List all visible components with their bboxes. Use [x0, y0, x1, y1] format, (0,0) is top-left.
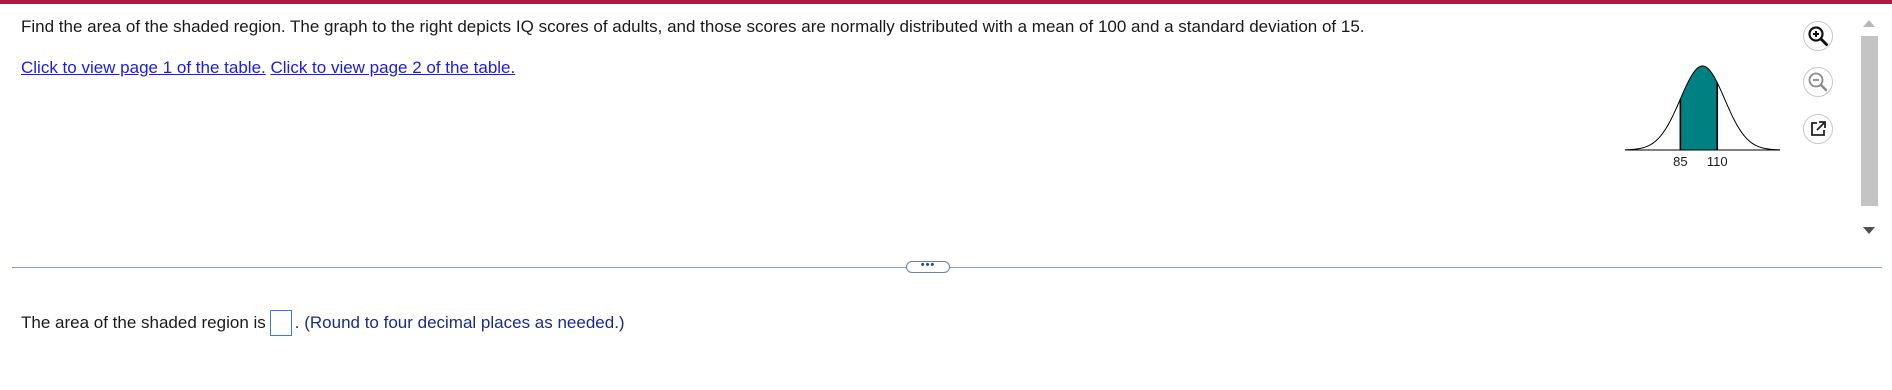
- zoom-in-icon: [1808, 26, 1828, 46]
- zoom-out-icon: [1808, 72, 1828, 92]
- table-links: Click to view page 1 of the table. Click…: [21, 58, 515, 78]
- scroll-up-arrow-icon[interactable]: [1863, 20, 1875, 27]
- scroll-down-arrow-icon[interactable]: [1863, 227, 1875, 234]
- rounding-hint: . (Round to four decimal places as neede…: [294, 313, 625, 332]
- answer-prompt: The area of the shaded region is: [21, 313, 266, 332]
- normal-distribution-graph: 85 110: [1624, 65, 1781, 169]
- scrollbar-thumb[interactable]: [1861, 36, 1878, 206]
- expand-divider-button[interactable]: •••: [906, 259, 950, 273]
- view-table-page-2-link[interactable]: Click to view page 2 of the table.: [270, 58, 515, 77]
- answer-input[interactable]: [269, 310, 292, 336]
- ellipsis-icon: •••: [920, 259, 936, 271]
- top-accent-bar: [0, 0, 1892, 4]
- tick-label-lower: 85: [1673, 154, 1687, 169]
- answer-row: The area of the shaded region is . (Roun…: [21, 310, 625, 336]
- vertical-scrollbar[interactable]: [1858, 14, 1880, 240]
- question-text: Find the area of the shaded region. The …: [21, 17, 1365, 36]
- tick-label-upper: 110: [1707, 154, 1728, 169]
- shaded-region: [1680, 66, 1718, 150]
- zoom-in-button[interactable]: [1803, 21, 1833, 51]
- popout-button[interactable]: [1803, 114, 1833, 144]
- popout-icon: [1811, 121, 1826, 136]
- view-table-page-1-link[interactable]: Click to view page 1 of the table.: [21, 58, 266, 77]
- zoom-out-button[interactable]: [1803, 67, 1833, 97]
